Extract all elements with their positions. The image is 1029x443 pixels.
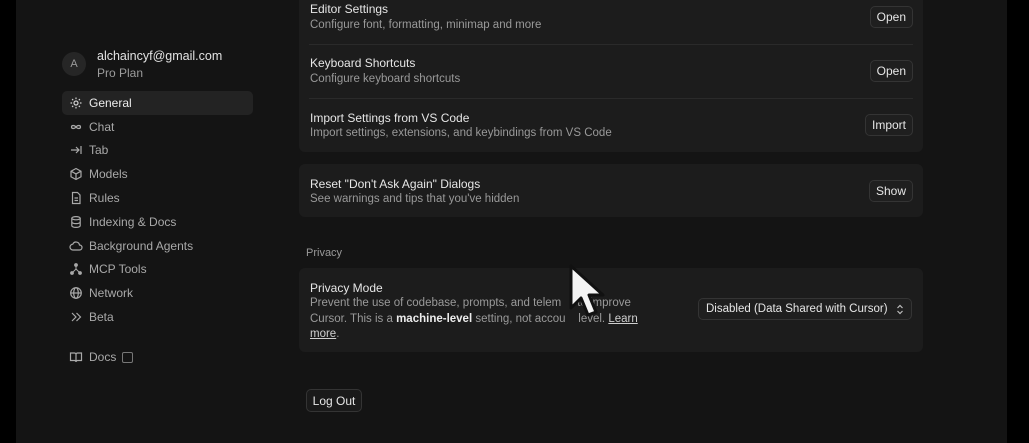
chevron-up-down-icon <box>897 304 903 315</box>
docs-label: Docs <box>89 349 117 364</box>
privacy-section-label: Privacy <box>306 247 343 259</box>
row-title: Keyboard Shortcuts <box>310 56 416 70</box>
account-header: A alchaincyf@gmail.com Pro Plan <box>62 48 222 82</box>
database-icon <box>69 215 83 229</box>
row-title: Import Settings from VS Code <box>310 111 470 125</box>
sidebar-item-indexing[interactable]: Indexing & Docs <box>62 210 253 234</box>
sidebar-item-label: Chat <box>89 119 115 134</box>
import-button[interactable]: Import <box>864 114 913 136</box>
keyboard-shortcuts-row: Keyboard Shortcuts Configure keyboard sh… <box>299 45 923 99</box>
infinity-icon <box>69 120 83 134</box>
row-title: Reset "Don't Ask Again" Dialogs <box>310 177 481 191</box>
avatar: A <box>62 52 86 76</box>
sidebar-item-general[interactable]: General <box>62 91 253 115</box>
editor-settings-open-button[interactable]: Open <box>869 6 913 28</box>
mouse-cursor-icon <box>569 264 605 317</box>
book-icon <box>69 350 83 364</box>
sidebar-item-background-agents[interactable]: Background Agents <box>62 234 253 258</box>
sidebar-item-tab[interactable]: Tab <box>62 139 253 163</box>
row-description: See warnings and tips that you've hidden <box>310 193 520 205</box>
privacy-mode-select[interactable]: Disabled (Data Shared with Cursor) <box>698 298 912 320</box>
privacy-mode-description: Prevent the use of codebase, prompts, an… <box>310 297 638 340</box>
sidebar-item-chat[interactable]: Chat <box>62 115 253 139</box>
sidebar-item-label: Beta <box>89 310 114 325</box>
chevrons-right-icon <box>69 310 83 324</box>
privacy-mode-value: Disabled (Data Shared with Cursor) <box>706 303 888 315</box>
docs-link[interactable]: Docs <box>62 345 253 369</box>
sidebar-item-label: MCP Tools <box>89 262 147 277</box>
row-description: Configure font, formatting, minimap and … <box>310 19 542 31</box>
external-link-icon <box>122 352 134 364</box>
keyboard-shortcuts-open-button[interactable]: Open <box>869 60 913 82</box>
account-email: alchaincyf@gmail.com <box>97 49 223 63</box>
cube-icon <box>69 167 83 181</box>
tab-arrow-icon <box>69 143 83 157</box>
sidebar-item-label: Tab <box>89 143 109 158</box>
cloud-icon <box>69 239 83 253</box>
import-vscode-row: Import Settings from VS Code Import sett… <box>299 99 923 152</box>
file-icon <box>69 191 83 205</box>
account-plan: Pro Plan <box>97 66 144 80</box>
sidebar-item-label: Background Agents <box>89 238 194 253</box>
row-title: Editor Settings <box>310 2 389 16</box>
globe-icon <box>69 286 83 300</box>
sidebar-item-rules[interactable]: Rules <box>62 186 253 210</box>
sidebar-nav: General Chat Tab Models Rules Indexing &… <box>62 91 253 329</box>
sidebar-item-label: Indexing & Docs <box>89 214 177 229</box>
nodes-icon <box>69 262 83 276</box>
row-description: Configure keyboard shortcuts <box>310 73 461 85</box>
row-description: Import settings, extensions, and keybind… <box>310 127 612 139</box>
window-frame-right <box>1007 0 1029 443</box>
sidebar-item-label: Models <box>89 167 128 182</box>
log-out-button[interactable]: Log Out <box>306 389 362 412</box>
sidebar-item-label: Rules <box>89 191 120 206</box>
sidebar-item-models[interactable]: Models <box>62 162 253 186</box>
show-hidden-dialogs-button[interactable]: Show <box>868 180 913 202</box>
gear-icon <box>69 96 83 110</box>
settings-card: Editor Settings Configure font, formatti… <box>299 0 923 152</box>
privacy-mode-title: Privacy Mode <box>310 281 383 295</box>
window-frame-left <box>0 0 16 443</box>
sidebar-item-label: General <box>89 95 132 110</box>
sidebar-item-network[interactable]: Network <box>62 281 253 305</box>
sidebar-item-mcp-tools[interactable]: MCP Tools <box>62 258 253 282</box>
editor-settings-row: Editor Settings Configure font, formatti… <box>299 0 923 44</box>
reset-dialogs-card: Reset "Don't Ask Again" Dialogs See warn… <box>299 164 923 217</box>
sidebar-item-beta[interactable]: Beta <box>62 305 253 329</box>
sidebar-item-label: Network <box>89 286 134 301</box>
